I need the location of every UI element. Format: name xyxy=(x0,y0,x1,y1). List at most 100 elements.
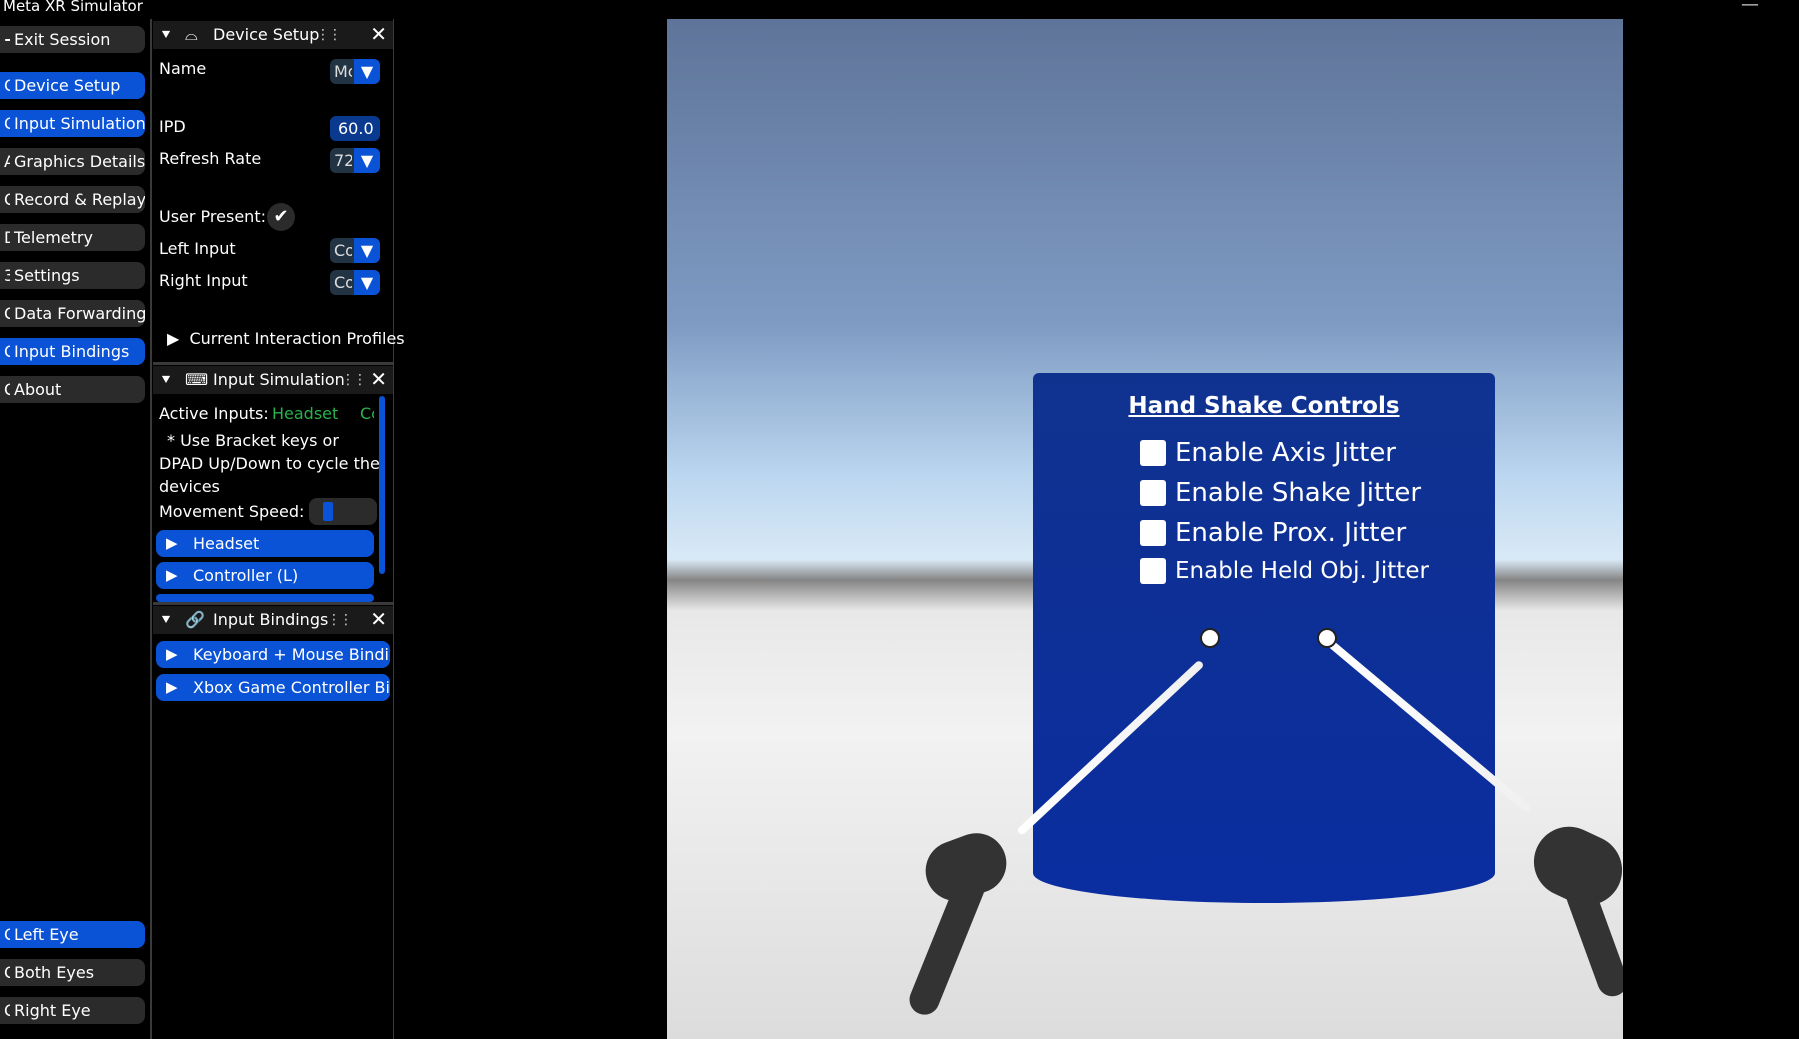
input-bindings-title: Input Bindings xyxy=(213,610,329,629)
left-input-label: Left Input xyxy=(159,239,236,258)
interaction-profiles-toggle[interactable]: ▶ Current Interaction Profiles xyxy=(167,329,405,348)
input-simulation-scrollbar[interactable] xyxy=(379,396,385,574)
slider-knob[interactable] xyxy=(323,502,333,521)
controller-r-expander-partial[interactable] xyxy=(156,594,374,602)
name-dropdown[interactable]: Mc ▼ xyxy=(330,59,380,84)
hint-line-2: DPAD Up/Down to cycle the xyxy=(159,454,380,473)
chevron-down-icon: ▼ xyxy=(354,148,380,173)
shake-jitter-checkbox[interactable] xyxy=(1140,480,1166,506)
nav-input-bindings[interactable]: OInput Bindings xyxy=(0,338,145,365)
right-input-label: Right Input xyxy=(159,271,248,290)
keyboard-mouse-bindings-expander[interactable]: ▶ Keyboard + Mouse Bindin xyxy=(156,641,390,668)
scene-viewport[interactable]: Hand Shake Controls Enable Axis Jitter E… xyxy=(667,19,1623,1039)
exit-session-button[interactable]: ➜Exit Session xyxy=(0,26,145,53)
minimize-button[interactable]: — xyxy=(1741,0,1759,15)
name-label: Name xyxy=(159,59,207,78)
collapse-icon[interactable]: ⯆ xyxy=(160,366,172,394)
ipd-label: IPD xyxy=(159,117,186,136)
left-ray-cursor xyxy=(1200,628,1220,648)
link-icon: 🔗 xyxy=(185,610,205,629)
active-inputs-label: Active Inputs: xyxy=(159,404,269,423)
expand-icon: ▶ xyxy=(166,566,178,584)
collapse-icon[interactable]: ⯆ xyxy=(160,21,172,49)
nav-data-forwarding[interactable]: OData Forwarding xyxy=(0,300,145,327)
expand-icon: ▶ xyxy=(166,645,178,663)
nav-settings[interactable]: 3Settings xyxy=(0,262,145,289)
input-simulation-title: Input Simulation xyxy=(213,370,345,389)
nav-divider xyxy=(150,19,152,1039)
graphics-icon: A xyxy=(4,152,10,171)
nav-device-setup[interactable]: ODevice Setup xyxy=(0,72,145,99)
hand-shake-controls-panel: Hand Shake Controls Enable Axis Jitter E… xyxy=(1033,373,1495,903)
right-ray-cursor xyxy=(1317,628,1337,648)
drag-handle-icon[interactable]: ⋮⋮ xyxy=(316,21,342,49)
eye-icon: O xyxy=(4,997,10,1024)
input-icon: O xyxy=(4,110,10,137)
device-setup-header[interactable]: ⯆ ⌓ Device Setup ⋮⋮ ✕ xyxy=(153,21,393,49)
drag-handle-icon[interactable]: ⋮⋮ xyxy=(327,606,353,634)
refresh-rate-label: Refresh Rate xyxy=(159,149,262,168)
prox-jitter-option[interactable]: Enable Prox. Jitter xyxy=(1140,518,1406,554)
hint-line-1: * Use Bracket keys or xyxy=(167,431,339,450)
link-icon: O xyxy=(4,338,10,365)
exit-icon: ➜ xyxy=(4,26,10,53)
headset-icon: ⌓ xyxy=(185,25,198,44)
panels-column: ⯆ ⌓ Device Setup ⋮⋮ ✕ Name Mc ▼ IPD 60.0… xyxy=(153,19,405,1039)
input-simulation-header[interactable]: ⯆ ⌨ Input Simulation ⋮⋮ ✕ xyxy=(153,366,393,394)
app-title: Meta XR Simulator xyxy=(3,0,143,15)
held-obj-jitter-option[interactable]: Enable Held Obj. Jitter xyxy=(1140,558,1429,594)
user-present-checkbox[interactable]: ✔ xyxy=(267,203,295,231)
shake-jitter-option[interactable]: Enable Shake Jitter xyxy=(1140,478,1421,514)
gear-icon: 3 xyxy=(4,266,10,285)
nav-graphics-details[interactable]: AGraphics Details xyxy=(0,148,145,175)
panel-separator xyxy=(153,602,393,605)
movement-speed-slider[interactable] xyxy=(309,498,377,525)
held-obj-jitter-checkbox[interactable] xyxy=(1140,558,1166,584)
right-eye-button[interactable]: ORight Eye xyxy=(0,997,145,1024)
ipd-field[interactable]: 60.0 xyxy=(330,116,380,141)
xbox-bindings-expander[interactable]: ▶ Xbox Game Controller Bin xyxy=(156,674,390,701)
info-icon: O xyxy=(4,376,10,403)
eye-icon: O xyxy=(4,959,10,986)
panel-separator xyxy=(153,362,393,365)
headset-expander[interactable]: ▶ Headset xyxy=(156,530,374,557)
nav-telemetry[interactable]: DTelemetry xyxy=(0,224,145,251)
eye-icon: O xyxy=(4,921,10,948)
nav-about[interactable]: OAbout xyxy=(0,376,145,403)
close-icon[interactable]: ✕ xyxy=(370,605,387,633)
device-setup-title: Device Setup xyxy=(213,25,320,44)
left-input-dropdown[interactable]: Co ▼ xyxy=(330,238,380,263)
expand-icon: ▶ xyxy=(166,678,178,696)
user-present-label: User Present: xyxy=(159,207,266,226)
movement-speed-label: Movement Speed: xyxy=(159,502,305,521)
drag-handle-icon[interactable]: ⋮⋮ xyxy=(341,366,367,394)
nav-record-replay[interactable]: ORecord & Replay xyxy=(0,186,145,213)
axis-jitter-option[interactable]: Enable Axis Jitter xyxy=(1140,438,1396,474)
close-icon[interactable]: ✕ xyxy=(370,365,387,393)
right-controller-grip xyxy=(1562,877,1623,1001)
collapse-icon[interactable]: ⯆ xyxy=(160,606,172,634)
nav-input-simulation[interactable]: OInput Simulation xyxy=(0,110,145,137)
telemetry-icon: D xyxy=(4,224,10,251)
left-eye-button[interactable]: OLeft Eye xyxy=(0,921,145,948)
headset-icon: O xyxy=(4,72,10,99)
axis-jitter-checkbox[interactable] xyxy=(1140,440,1166,466)
left-nav: ➜Exit Session ODevice Setup OInput Simul… xyxy=(0,19,150,1039)
controller-l-expander[interactable]: ▶ Controller (L) xyxy=(156,562,374,589)
chevron-down-icon: ▼ xyxy=(354,270,380,295)
active-input-headset: Headset xyxy=(272,404,339,423)
chevron-down-icon: ▼ xyxy=(354,59,380,84)
right-input-dropdown[interactable]: Co ▼ xyxy=(330,270,380,295)
both-eyes-button[interactable]: OBoth Eyes xyxy=(0,959,145,986)
record-icon: O xyxy=(4,186,10,213)
forward-icon: O xyxy=(4,300,10,327)
active-input-more: Cc xyxy=(360,404,374,423)
prox-jitter-checkbox[interactable] xyxy=(1140,520,1166,546)
hint-line-3: devices xyxy=(159,477,220,496)
close-icon[interactable]: ✕ xyxy=(370,20,387,48)
keyboard-icon: ⌨ xyxy=(185,370,209,389)
refresh-rate-dropdown[interactable]: 72 ▼ xyxy=(330,148,380,173)
input-bindings-header[interactable]: ⯆ 🔗 Input Bindings ⋮⋮ ✕ xyxy=(153,606,393,634)
board-title: Hand Shake Controls xyxy=(1128,393,1400,419)
title-bar: Meta XR Simulator — xyxy=(0,0,1799,19)
